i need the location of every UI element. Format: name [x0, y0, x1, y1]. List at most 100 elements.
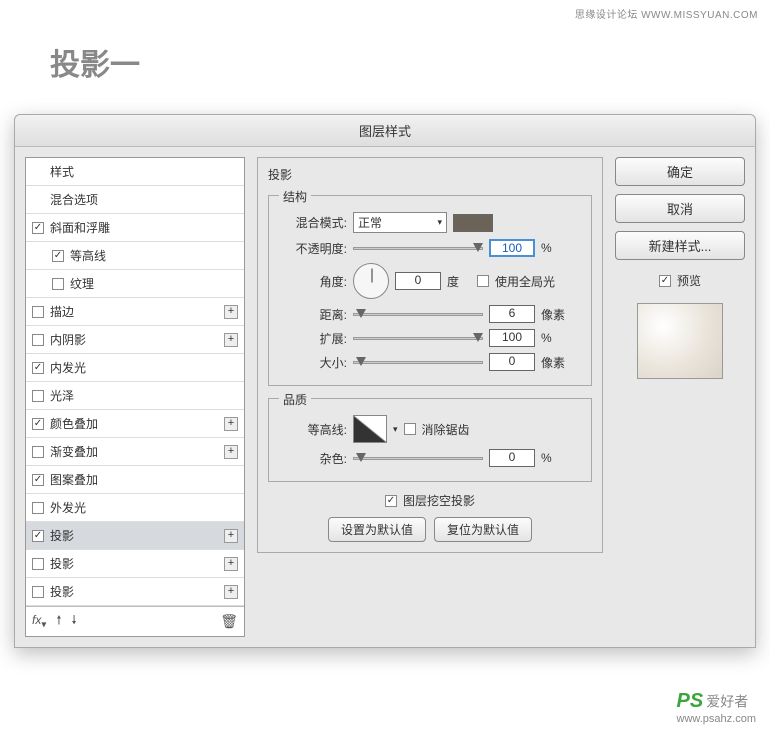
dialog-body: 样式 混合选项 ✓斜面和浮雕✓等高线纹理描边+内阴影+✓内发光光泽✓颜色叠加+渐… [15, 147, 755, 647]
spread-slider[interactable] [353, 331, 483, 345]
style-checkbox[interactable]: ✓ [32, 222, 44, 234]
arrow-up-icon[interactable]: 🠕 [56, 611, 61, 632]
size-label: 大小: [279, 354, 347, 371]
add-effect-icon[interactable]: + [224, 585, 238, 599]
size-unit: 像素 [541, 354, 565, 371]
blend-mode-select[interactable]: 正常 ▾ [353, 212, 447, 233]
style-checkbox[interactable]: ✓ [32, 418, 44, 430]
style-item[interactable]: 光泽 [26, 382, 244, 410]
blend-mode-row: 混合模式: 正常 ▾ [279, 212, 581, 233]
add-effect-icon[interactable]: + [224, 445, 238, 459]
drop-shadow-section: 投影 结构 混合模式: 正常 ▾ 不透明度: 100 [257, 157, 603, 553]
ah-text: 爱好者 [706, 694, 748, 710]
style-item[interactable]: 描边+ [26, 298, 244, 326]
style-checkbox[interactable] [32, 306, 44, 318]
size-slider[interactable] [353, 355, 483, 369]
section-title: 投影 [268, 166, 592, 183]
style-item[interactable]: ✓ 内发光 [26, 354, 244, 382]
shadow-color-swatch[interactable] [453, 214, 493, 232]
distance-input[interactable]: 6 [489, 305, 535, 323]
default-buttons-row: 设置为默认值 复位为默认值 [268, 517, 592, 542]
style-checkbox[interactable] [52, 278, 64, 290]
style-item[interactable]: 投影+ [26, 578, 244, 606]
arrow-down-icon[interactable]: 🠗 [72, 611, 77, 632]
new-style-button[interactable]: 新建样式... [615, 231, 745, 260]
knockout-row: ✓ 图层挖空投影 [268, 492, 592, 509]
style-checkbox[interactable]: ✓ [32, 474, 44, 486]
style-checkbox[interactable]: ✓ [32, 362, 44, 374]
add-effect-icon[interactable]: + [224, 529, 238, 543]
style-item[interactable]: ✓ 斜面和浮雕 [26, 214, 244, 242]
size-input[interactable]: 0 [489, 353, 535, 371]
reset-default-button[interactable]: 复位为默认值 [434, 517, 532, 542]
opacity-input[interactable]: 100 [489, 239, 535, 257]
style-checkbox[interactable] [32, 390, 44, 402]
structure-group: 结构 混合模式: 正常 ▾ 不透明度: 100 % [268, 195, 592, 386]
fx-icon[interactable]: fx▾ [32, 613, 46, 630]
style-item-blend-options[interactable]: 混合选项 [26, 186, 244, 214]
style-item[interactable]: 投影+ [26, 550, 244, 578]
distance-slider[interactable] [353, 307, 483, 321]
style-checkbox[interactable]: ✓ [52, 250, 64, 262]
style-item-label: 描边 [50, 303, 224, 320]
style-checkbox[interactable] [32, 502, 44, 514]
style-item-label: 投影 [50, 583, 224, 600]
style-checkbox[interactable] [32, 586, 44, 598]
global-light-checkbox[interactable] [477, 275, 489, 287]
make-default-button[interactable]: 设置为默认值 [328, 517, 426, 542]
antialias-checkbox[interactable] [404, 423, 416, 435]
trash-icon[interactable]: 🗑 [220, 613, 238, 630]
style-item-label: 内发光 [50, 359, 238, 376]
opacity-slider[interactable] [353, 241, 483, 255]
chevron-down-icon[interactable]: ▾ [393, 424, 398, 435]
preview-checkbox[interactable]: ✓ [659, 275, 671, 287]
style-item[interactable]: 内阴影+ [26, 326, 244, 354]
ok-button[interactable]: 确定 [615, 157, 745, 186]
style-item-label: 斜面和浮雕 [50, 219, 238, 236]
opacity-label: 不透明度: [279, 240, 347, 257]
noise-unit: % [541, 451, 565, 465]
style-item[interactable]: 纹理 [26, 270, 244, 298]
cancel-button[interactable]: 取消 [615, 194, 745, 223]
distance-label: 距离: [279, 306, 347, 323]
style-item[interactable]: ✓ 等高线 [26, 242, 244, 270]
style-checkbox[interactable] [32, 446, 44, 458]
add-effect-icon[interactable]: + [224, 417, 238, 431]
contour-label: 等高线: [279, 421, 347, 438]
opacity-row: 不透明度: 100 % [279, 239, 581, 257]
knockout-checkbox[interactable]: ✓ [385, 495, 397, 507]
contour-swatch[interactable] [353, 415, 387, 443]
style-checkbox[interactable]: ✓ [32, 530, 44, 542]
noise-input[interactable]: 0 [489, 449, 535, 467]
angle-dial[interactable] [353, 263, 389, 299]
noise-slider[interactable] [353, 451, 483, 465]
style-item[interactable]: 外发光 [26, 494, 244, 522]
style-item-styles[interactable]: 样式 [26, 158, 244, 186]
style-item[interactable]: 渐变叠加+ [26, 438, 244, 466]
blend-mode-label: 混合模式: [279, 214, 347, 231]
spread-label: 扩展: [279, 330, 347, 347]
page-title: 投影一 [50, 40, 720, 84]
style-item-label: 颜色叠加 [50, 415, 224, 432]
dialog-title: 图层样式 [15, 115, 755, 147]
global-light-label: 使用全局光 [495, 273, 555, 290]
angle-input[interactable]: 0 [395, 272, 441, 290]
add-effect-icon[interactable]: + [224, 305, 238, 319]
preview-thumbnail [637, 303, 723, 379]
style-checkbox[interactable] [32, 558, 44, 570]
style-item-label: 等高线 [70, 247, 238, 264]
style-item-label: 内阴影 [50, 331, 224, 348]
spread-input[interactable]: 100 [489, 329, 535, 347]
style-item[interactable]: ✓ 颜色叠加+ [26, 410, 244, 438]
style-item[interactable]: ✓图案叠加 [26, 466, 244, 494]
add-effect-icon[interactable]: + [224, 333, 238, 347]
style-checkbox[interactable] [32, 334, 44, 346]
add-effect-icon[interactable]: + [224, 557, 238, 571]
noise-row: 杂色: 0 % [279, 449, 581, 467]
style-item[interactable]: ✓投影+ [26, 522, 244, 550]
quality-group: 品质 等高线: ▾ 消除锯齿 杂色: 0 % [268, 398, 592, 482]
style-list-footer: fx▾ 🠕 🠗 🗑 [26, 606, 244, 636]
noise-label: 杂色: [279, 450, 347, 467]
style-list-scroll[interactable]: 样式 混合选项 ✓斜面和浮雕✓等高线纹理描边+内阴影+✓内发光光泽✓颜色叠加+渐… [26, 158, 244, 606]
structure-title: 结构 [279, 188, 311, 205]
